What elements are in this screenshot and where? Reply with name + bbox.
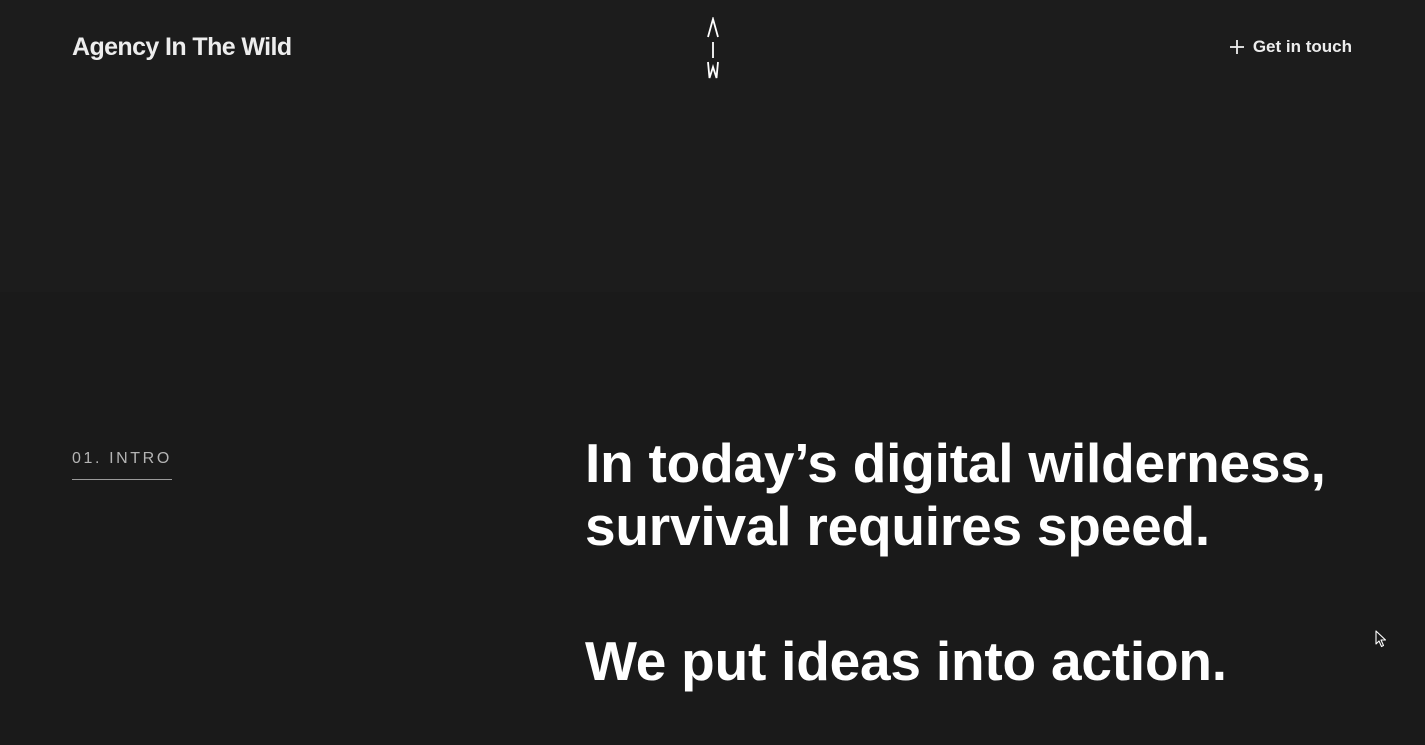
get-in-touch-button[interactable]: Get in touch xyxy=(1229,37,1352,57)
plus-icon xyxy=(1229,39,1245,55)
get-in-touch-label: Get in touch xyxy=(1252,37,1352,56)
aiw-monogram-logo[interactable] xyxy=(703,17,723,81)
intro-tagline: We put ideas into action. xyxy=(585,630,1227,692)
brand-logo-link[interactable]: Agency In The Wild xyxy=(72,33,292,62)
site-header: Agency In The Wild Get in touch xyxy=(0,0,1425,100)
mouse-pointer-icon xyxy=(1375,630,1387,648)
section-label-intro: 01. INTRO xyxy=(72,450,172,480)
intro-headline: In today’s digital wilderness, survival … xyxy=(585,432,1326,557)
page: Agency In The Wild Get in touch 01. INTR… xyxy=(0,0,1425,745)
aiw-monogram-icon xyxy=(707,17,719,79)
intro-statement: In today’s digital wilderness, survival … xyxy=(585,432,1385,693)
